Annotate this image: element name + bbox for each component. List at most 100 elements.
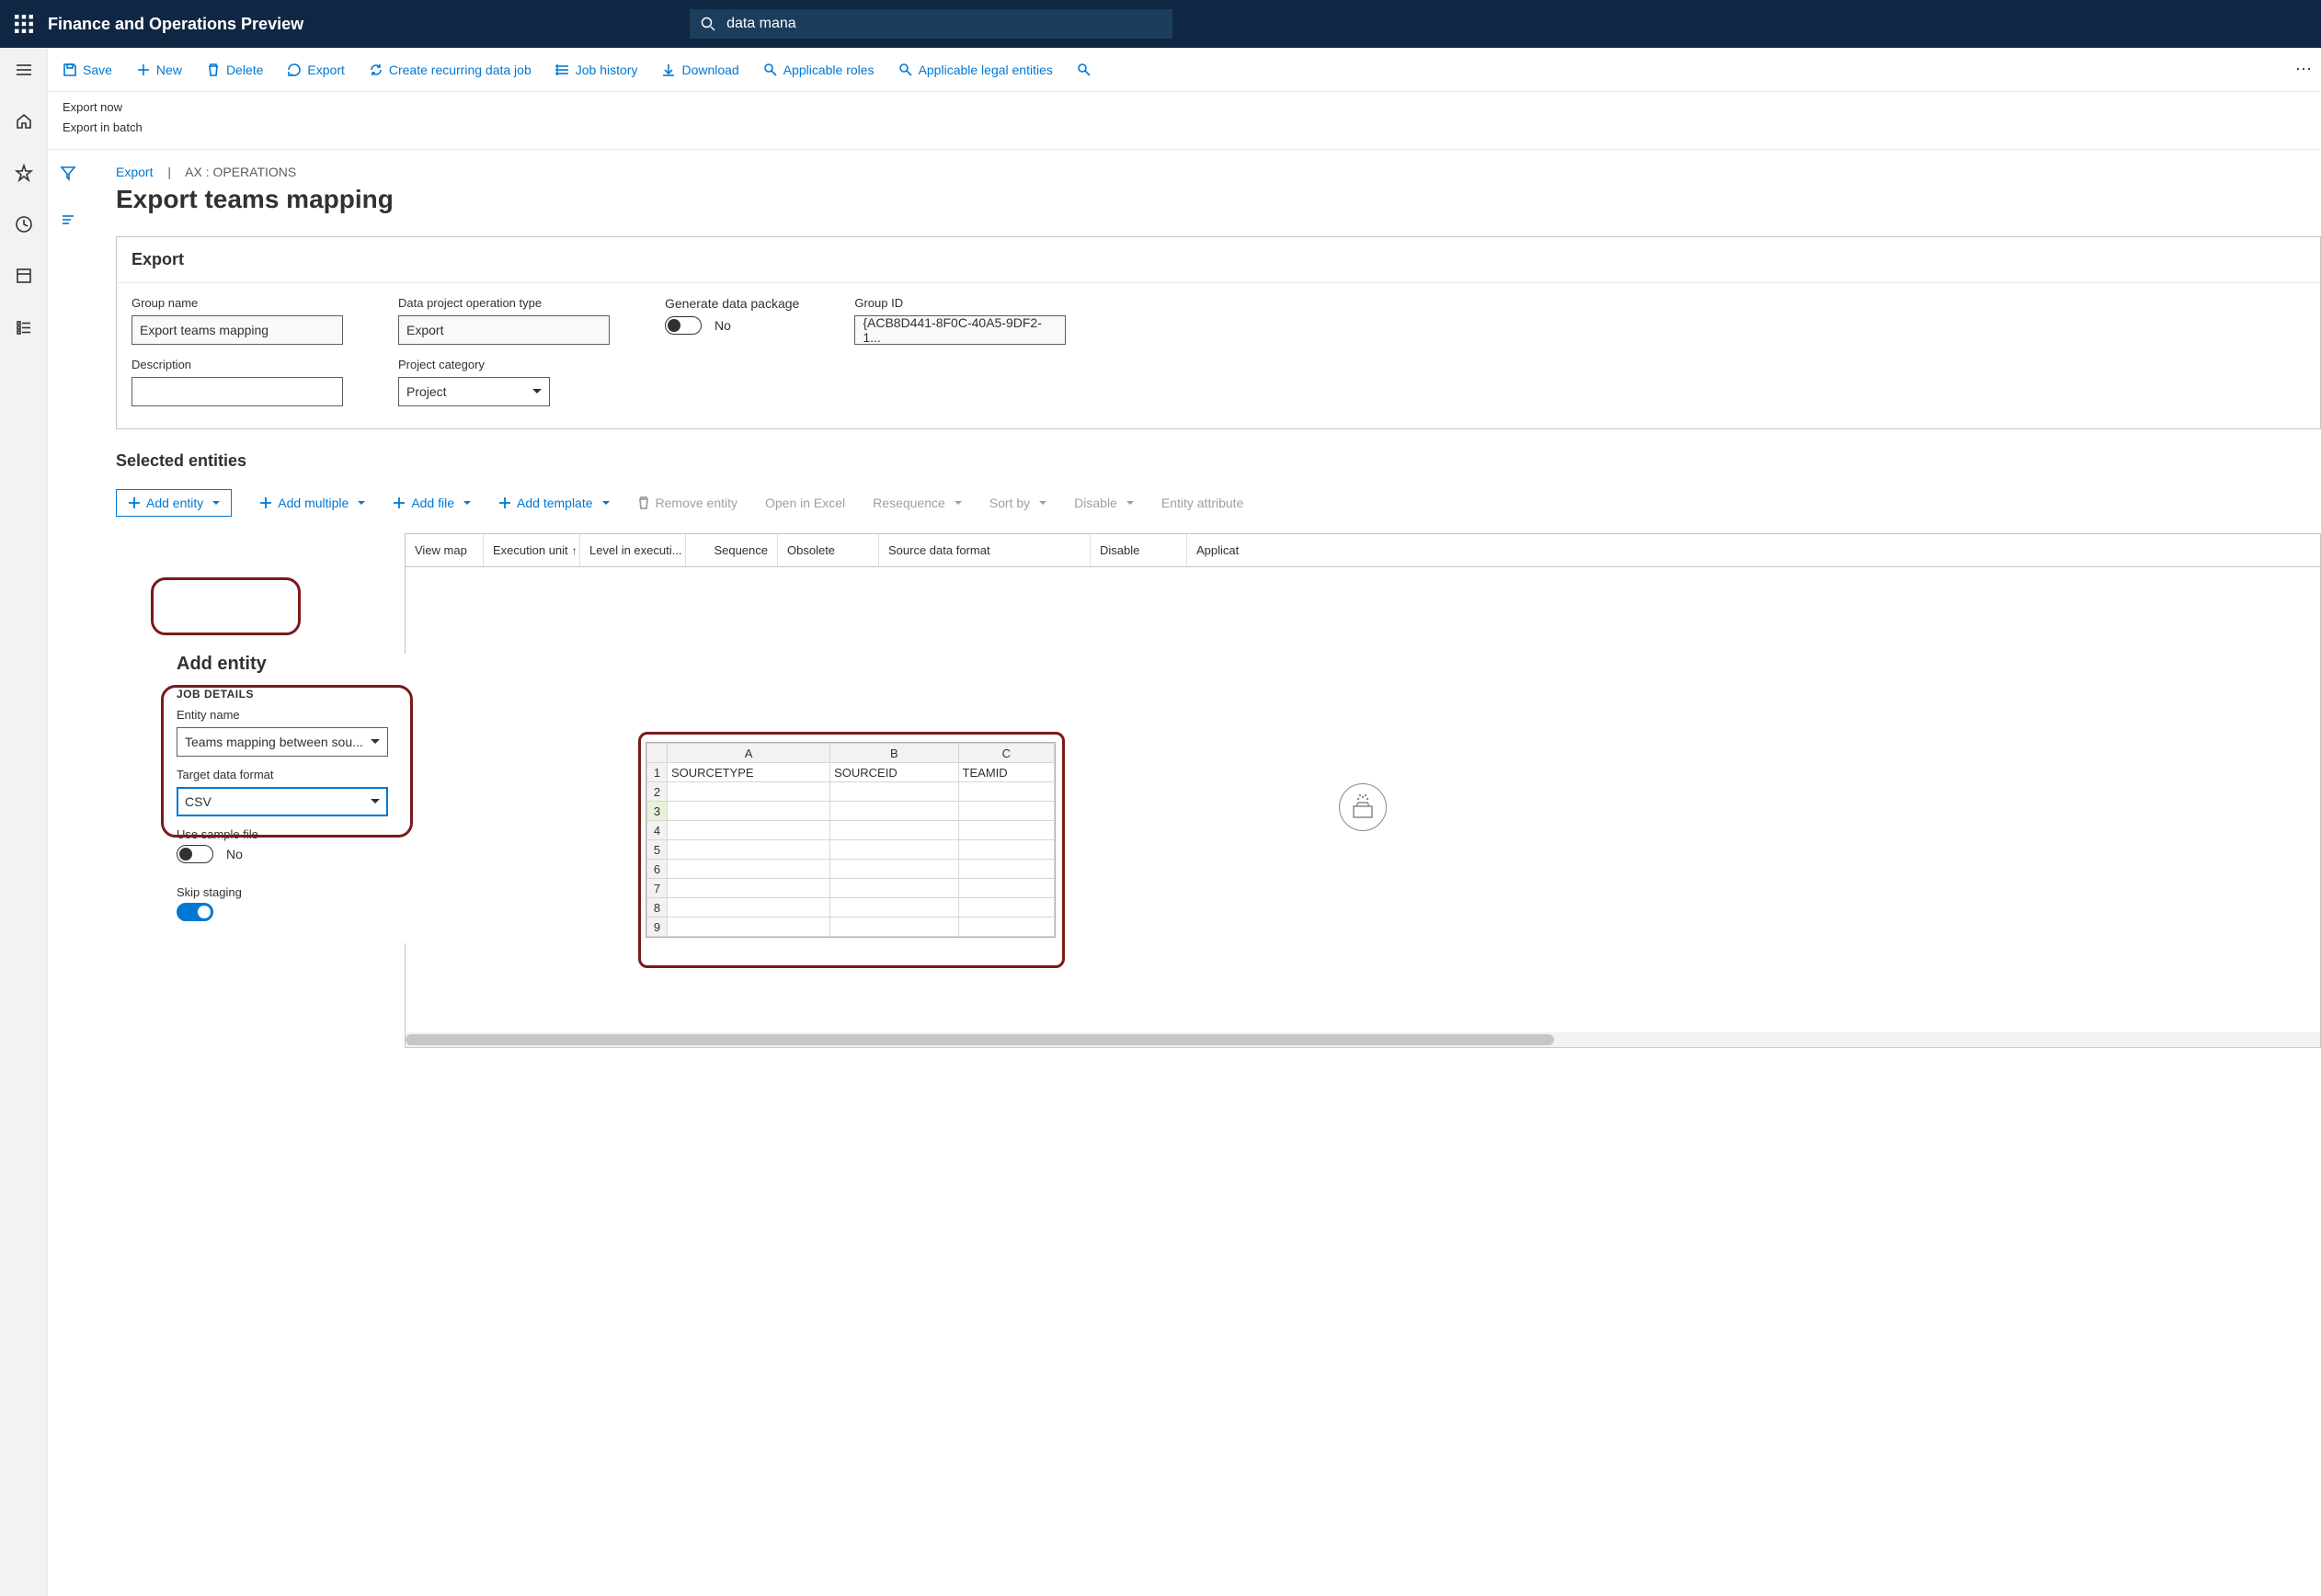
recurring-icon: [369, 63, 383, 77]
applicable-roles-button[interactable]: Applicable roles: [763, 63, 875, 77]
col-sequence[interactable]: Sequence: [686, 534, 778, 566]
entity-name-label: Entity name: [177, 708, 416, 722]
col-c[interactable]: C: [958, 744, 1054, 763]
use-sample-label: Use sample file: [177, 827, 416, 841]
hamburger-icon[interactable]: [9, 55, 39, 85]
table-row: 1SOURCETYPESOURCEIDTEAMID: [647, 763, 1055, 782]
global-search-input[interactable]: data mana: [690, 9, 1172, 39]
download-button[interactable]: Download: [661, 63, 738, 77]
use-sample-value: No: [226, 847, 243, 861]
refresh-icon: [287, 63, 302, 77]
legal-label: Applicable legal entities: [919, 63, 1053, 77]
roles-label: Applicable roles: [783, 63, 875, 77]
col-disable[interactable]: Disable: [1091, 534, 1187, 566]
skip-staging-toggle[interactable]: [177, 903, 213, 921]
app-launcher-icon[interactable]: [0, 0, 48, 48]
home-icon[interactable]: [9, 107, 39, 136]
search-value: data mana: [726, 16, 796, 32]
col-a[interactable]: A: [668, 744, 830, 763]
save-button[interactable]: Save: [63, 63, 112, 77]
gen-pkg-value: No: [715, 318, 731, 333]
highlight-add-entity: [151, 577, 301, 635]
breadcrumb-root[interactable]: Export: [116, 165, 153, 179]
selected-entities-title: Selected entities: [116, 451, 2321, 471]
download-icon: [661, 63, 676, 77]
lines-icon[interactable]: [60, 211, 76, 231]
group-id-label: Group ID: [854, 296, 1066, 310]
entity-name-select[interactable]: Teams mapping between sou...: [177, 727, 388, 757]
table-row: 3: [647, 802, 1055, 821]
op-type-label: Data project operation type: [398, 296, 610, 310]
job-details-label: JOB DETAILS: [177, 688, 416, 701]
export-now-link[interactable]: Export now: [63, 97, 2321, 118]
find-button[interactable]: [1077, 63, 1092, 77]
workspace-icon[interactable]: [9, 261, 39, 291]
target-format-label: Target data format: [177, 768, 416, 781]
more-commands-button[interactable]: ⋯: [2295, 60, 2312, 79]
col-b[interactable]: B: [830, 744, 958, 763]
add-entity-button[interactable]: Add entity: [116, 489, 232, 517]
table-row: 6: [647, 860, 1055, 879]
breadcrumb: Export | AX : OPERATIONS: [116, 165, 2321, 179]
description-label: Description: [131, 358, 343, 371]
group-id-input[interactable]: {ACB8D441-8F0C-40A5-9DF2-1...: [854, 315, 1066, 345]
use-sample-toggle[interactable]: [177, 845, 213, 863]
open-excel-button: Open in Excel: [765, 496, 845, 510]
list-icon: [555, 63, 570, 77]
col-level[interactable]: Level in executi...: [580, 534, 686, 566]
add-template-button[interactable]: Add template: [498, 496, 610, 510]
table-row: 9: [647, 918, 1055, 937]
export-label: Export: [307, 63, 344, 77]
export-button[interactable]: Export: [287, 63, 344, 77]
plus-icon: [136, 63, 151, 77]
export-batch-link[interactable]: Export in batch: [63, 118, 2321, 138]
gen-pkg-toggle[interactable]: [665, 316, 702, 335]
table-row: 2: [647, 782, 1055, 802]
save-label: Save: [83, 63, 112, 77]
sort-by-button: Sort by: [989, 496, 1046, 510]
add-file-button[interactable]: Add file: [393, 496, 471, 510]
delete-button[interactable]: Delete: [206, 63, 263, 77]
table-row: 8: [647, 898, 1055, 918]
grid-horizontal-scrollbar[interactable]: [406, 1032, 2320, 1047]
modules-icon[interactable]: [9, 313, 39, 342]
target-format-select[interactable]: CSV: [177, 787, 388, 816]
legal-icon: [898, 63, 913, 77]
recurring-label: Create recurring data job: [389, 63, 532, 77]
proj-cat-label: Project category: [398, 358, 610, 371]
col-src-fmt[interactable]: Source data format: [879, 534, 1091, 566]
group-name-input[interactable]: Export teams mapping: [131, 315, 343, 345]
job-history-label: Job history: [576, 63, 638, 77]
recent-icon[interactable]: [9, 210, 39, 239]
filter-icon[interactable]: [60, 165, 76, 184]
col-applicat[interactable]: Applicat: [1187, 534, 2320, 566]
new-label: New: [156, 63, 182, 77]
add-multiple-button[interactable]: Add multiple: [259, 496, 365, 510]
breadcrumb-path: AX : OPERATIONS: [185, 165, 296, 179]
roles-icon: [763, 63, 778, 77]
trash-icon: [206, 63, 221, 77]
table-row: 4: [647, 821, 1055, 840]
description-input[interactable]: [131, 377, 343, 406]
resequence-button: Resequence: [873, 496, 962, 510]
col-exec-unit[interactable]: Execution unit: [484, 534, 580, 566]
add-entity-title: Add entity: [177, 654, 416, 675]
applicable-legal-button[interactable]: Applicable legal entities: [898, 63, 1053, 77]
proj-cat-select[interactable]: Project: [398, 377, 550, 406]
col-obsolete[interactable]: Obsolete: [778, 534, 879, 566]
star-icon[interactable]: [9, 158, 39, 188]
disable-button: Disable: [1074, 496, 1134, 510]
sheet-corner[interactable]: [647, 744, 668, 763]
new-button[interactable]: New: [136, 63, 182, 77]
search2-icon: [1077, 63, 1092, 77]
op-type-input[interactable]: Export: [398, 315, 610, 345]
job-history-button[interactable]: Job history: [555, 63, 638, 77]
export-card-header: Export: [117, 237, 2320, 283]
table-row: 7: [647, 879, 1055, 898]
col-view-map[interactable]: View map: [406, 534, 484, 566]
app-title: Finance and Operations Preview: [48, 15, 303, 34]
skip-staging-label: Skip staging: [177, 885, 416, 899]
page-title: Export teams mapping: [116, 185, 2321, 214]
group-name-label: Group name: [131, 296, 343, 310]
recurring-job-button[interactable]: Create recurring data job: [369, 63, 532, 77]
